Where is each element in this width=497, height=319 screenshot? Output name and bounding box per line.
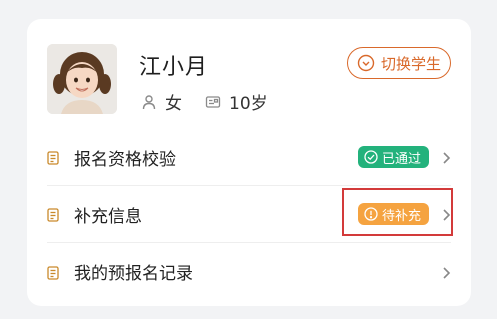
chevron-right-icon [441,265,451,279]
person-outline-icon [141,94,157,110]
list-item-supplement-info[interactable]: 补充信息 待补充 [47,186,451,243]
list-item-eligibility-check[interactable]: 报名资格校验 已通过 [47,129,451,186]
switch-student-button[interactable]: 切换学生 [347,47,451,79]
id-card-icon [205,94,221,110]
chevron-right-icon [441,207,451,221]
list-item-label: 我的预报名记录 [74,264,193,284]
list-item-label: 报名资格校验 [74,149,176,170]
list-item-label: 补充信息 [74,206,142,227]
student-name: 江小月 [139,55,209,80]
student-card: 江小月 女 10岁 切换学生 报名资格校验 已通过 补充信息 待补充 我的预报名… [27,19,471,306]
switch-student-label: 切换学生 [380,54,441,73]
age-info: 10岁 [205,89,268,114]
age-value: 10岁 [229,94,268,114]
gender-info: 女 [141,89,182,114]
gender-value: 女 [165,94,182,114]
exclamation-circle-icon [364,207,378,221]
document-icon [47,207,59,222]
document-icon [47,150,59,165]
avatar [47,44,117,114]
swap-circle-icon [357,54,375,72]
chevron-right-icon [441,150,451,164]
status-text: 待补充 [381,208,421,224]
document-icon [47,265,59,280]
check-circle-icon [364,150,378,164]
status-badge-pending: 待补充 [357,203,429,225]
list-item-preregistration-records[interactable]: 我的预报名记录 [47,243,451,300]
status-badge-passed: 已通过 [357,146,429,168]
status-text: 已通过 [381,151,421,167]
student-profile: 江小月 女 10岁 切换学生 [27,19,471,131]
